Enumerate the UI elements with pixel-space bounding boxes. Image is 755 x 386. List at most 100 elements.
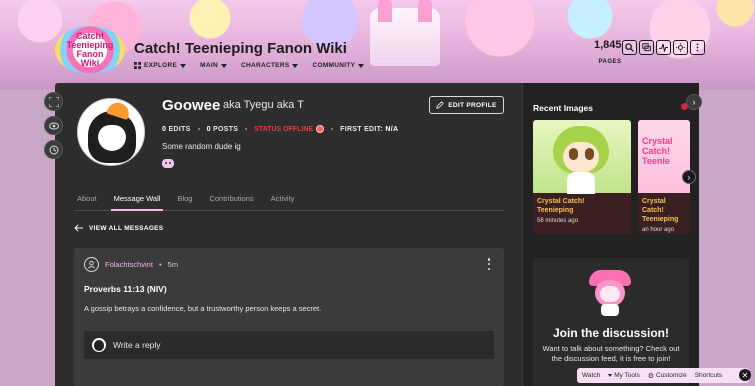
status-label: STATUS OFFLINE	[254, 125, 314, 133]
tab-activity[interactable]: Activity	[268, 190, 298, 211]
chevron-right-icon: ›	[687, 172, 691, 182]
theme-toggle-button[interactable]	[673, 40, 688, 55]
profile-tabs: About Message Wall Blog Contributions Ac…	[74, 190, 504, 211]
first-edit-label: FIRST EDIT:	[340, 125, 384, 133]
more-dot	[487, 262, 491, 266]
message-title[interactable]: Proverbs 11:13 (NIV)	[84, 284, 167, 294]
discord-icon[interactable]	[162, 159, 174, 168]
tab-about[interactable]: About	[74, 190, 100, 211]
message-author-name[interactable]: Folachtschvint	[105, 260, 153, 269]
separator-dot	[331, 128, 334, 130]
nav-explore[interactable]: EXPLORE	[134, 62, 187, 69]
user-avatar-icon[interactable]	[84, 257, 99, 272]
nav-characters[interactable]: CHARACTERS	[241, 62, 299, 69]
posts-label: POSTS	[213, 125, 239, 133]
pages-count: 1,845	[594, 39, 622, 51]
view-all-label: VIEW ALL MESSAGES	[89, 224, 164, 232]
message-author: Folachtschvint • 5m	[84, 257, 178, 272]
recent-image-thumbnail: Crystal Catch! Teenie	[638, 120, 690, 193]
tab-message-wall[interactable]: Message Wall	[110, 190, 164, 211]
profile-aka: aka Tyegu aka T	[223, 99, 304, 111]
recent-image-caption: Crystal Catch! Teenieping an hour ago	[638, 193, 690, 234]
more-button[interactable]	[690, 40, 705, 55]
my-tools-label: My Tools	[614, 372, 640, 379]
explore-icon	[134, 62, 141, 69]
more-dot	[487, 258, 491, 261]
arrow-left-icon	[74, 224, 83, 232]
profile-stats: 0 EDITS 0 POSTS STATUS OFFLINE FIRST EDI…	[162, 125, 398, 133]
close-icon[interactable]: ✕	[739, 369, 751, 381]
wiki-logo[interactable]: Catch! Teenieping Fanon Wiki	[55, 26, 125, 74]
discussions-icon	[642, 43, 651, 52]
activity-icon	[659, 43, 668, 52]
recent-image-card[interactable]: Crystal Catch! Teenieping 58 minutes ago	[533, 120, 631, 234]
edit-profile-button[interactable]: EDIT PROFILE	[429, 96, 504, 114]
more-icon	[696, 43, 699, 52]
character-face	[600, 286, 620, 302]
nav-community[interactable]: COMMUNITY	[312, 62, 365, 69]
discussions-button[interactable]	[639, 40, 654, 55]
watch-page-button[interactable]	[44, 116, 63, 135]
wiki-nav: EXPLORE MAIN CHARACTERS COMMUNITY	[134, 62, 365, 69]
character-skirt	[601, 304, 619, 316]
expand-icon	[48, 96, 59, 107]
separator-dot	[245, 128, 248, 130]
eye-icon	[48, 122, 59, 129]
banner-castle-image	[370, 0, 440, 66]
page-side-tools	[44, 92, 63, 159]
fullscreen-button[interactable]	[44, 92, 63, 111]
chevron-right-icon: ›	[692, 97, 696, 107]
separator-dot	[197, 128, 200, 130]
reply-field[interactable]: Write a reply	[84, 331, 494, 359]
nav-community-label: COMMUNITY	[312, 62, 356, 69]
offline-status-icon	[316, 125, 325, 133]
character-eye	[585, 148, 594, 160]
edits-stat[interactable]: 0 EDITS	[162, 126, 191, 133]
pages-counter: 1,845 PAGES	[594, 40, 622, 68]
logo-text-4: Wiki	[80, 58, 100, 68]
profile-avatar[interactable]	[77, 98, 145, 166]
status-badge: STATUS OFFLINE	[254, 125, 325, 133]
message-time[interactable]: 5m	[168, 260, 178, 269]
customize-label: Customize	[656, 372, 687, 379]
message-more-button[interactable]	[486, 258, 492, 270]
customize-button[interactable]: ⚙ Customize	[648, 372, 687, 380]
view-all-messages-link[interactable]: VIEW ALL MESSAGES	[74, 224, 163, 232]
edits-count: 0	[162, 125, 167, 133]
wiki-tools	[622, 40, 705, 55]
wiki-title[interactable]: Catch! Teenieping Fanon Wiki	[134, 40, 347, 57]
activity-button[interactable]	[656, 40, 671, 55]
nav-main[interactable]: MAIN	[200, 62, 227, 69]
user-icon	[88, 260, 95, 269]
tab-contributions[interactable]: Contributions	[206, 190, 256, 211]
carousel-next-button[interactable]: ›	[682, 170, 696, 184]
theme-toggle-icon	[676, 43, 685, 52]
history-button[interactable]	[44, 140, 63, 159]
watch-button[interactable]: Watch	[582, 372, 600, 379]
edit-profile-label: EDIT PROFILE	[448, 101, 497, 109]
nav-main-label: MAIN	[200, 62, 218, 69]
thumbnail-logo-text: Crystal Catch! Teenie	[642, 136, 673, 166]
recent-image-title: Crystal Catch! Teenieping	[642, 198, 679, 223]
posts-stat[interactable]: 0 POSTS	[207, 126, 239, 133]
my-tools-button[interactable]: My Tools	[608, 372, 640, 379]
first-edit-stat: FIRST EDIT: N/A	[340, 126, 398, 133]
nav-characters-label: CHARACTERS	[240, 62, 290, 69]
chevron-down-icon	[358, 63, 365, 68]
search-button[interactable]	[622, 40, 637, 55]
character-body	[567, 172, 595, 194]
pages-label: PAGES	[598, 59, 622, 65]
shortcuts-button[interactable]: Shortcuts	[695, 372, 722, 379]
reply-placeholder: Write a reply	[113, 340, 161, 350]
tab-blog[interactable]: Blog	[174, 190, 195, 211]
profile-username: Goowee	[162, 97, 221, 114]
recent-image-caption: Crystal Catch! Teenieping 58 minutes ago	[533, 193, 631, 228]
chevron-down-icon	[292, 63, 299, 68]
chevron-down-icon	[608, 374, 613, 377]
posts-count: 0	[206, 125, 211, 133]
watch-label: Watch	[582, 372, 601, 379]
shortcuts-label: Shortcuts	[694, 372, 723, 379]
discussion-text: Want to talk about something? Check out …	[542, 344, 680, 363]
rail-collapse-button[interactable]: ›	[686, 94, 702, 110]
edits-label: EDITS	[168, 125, 191, 133]
